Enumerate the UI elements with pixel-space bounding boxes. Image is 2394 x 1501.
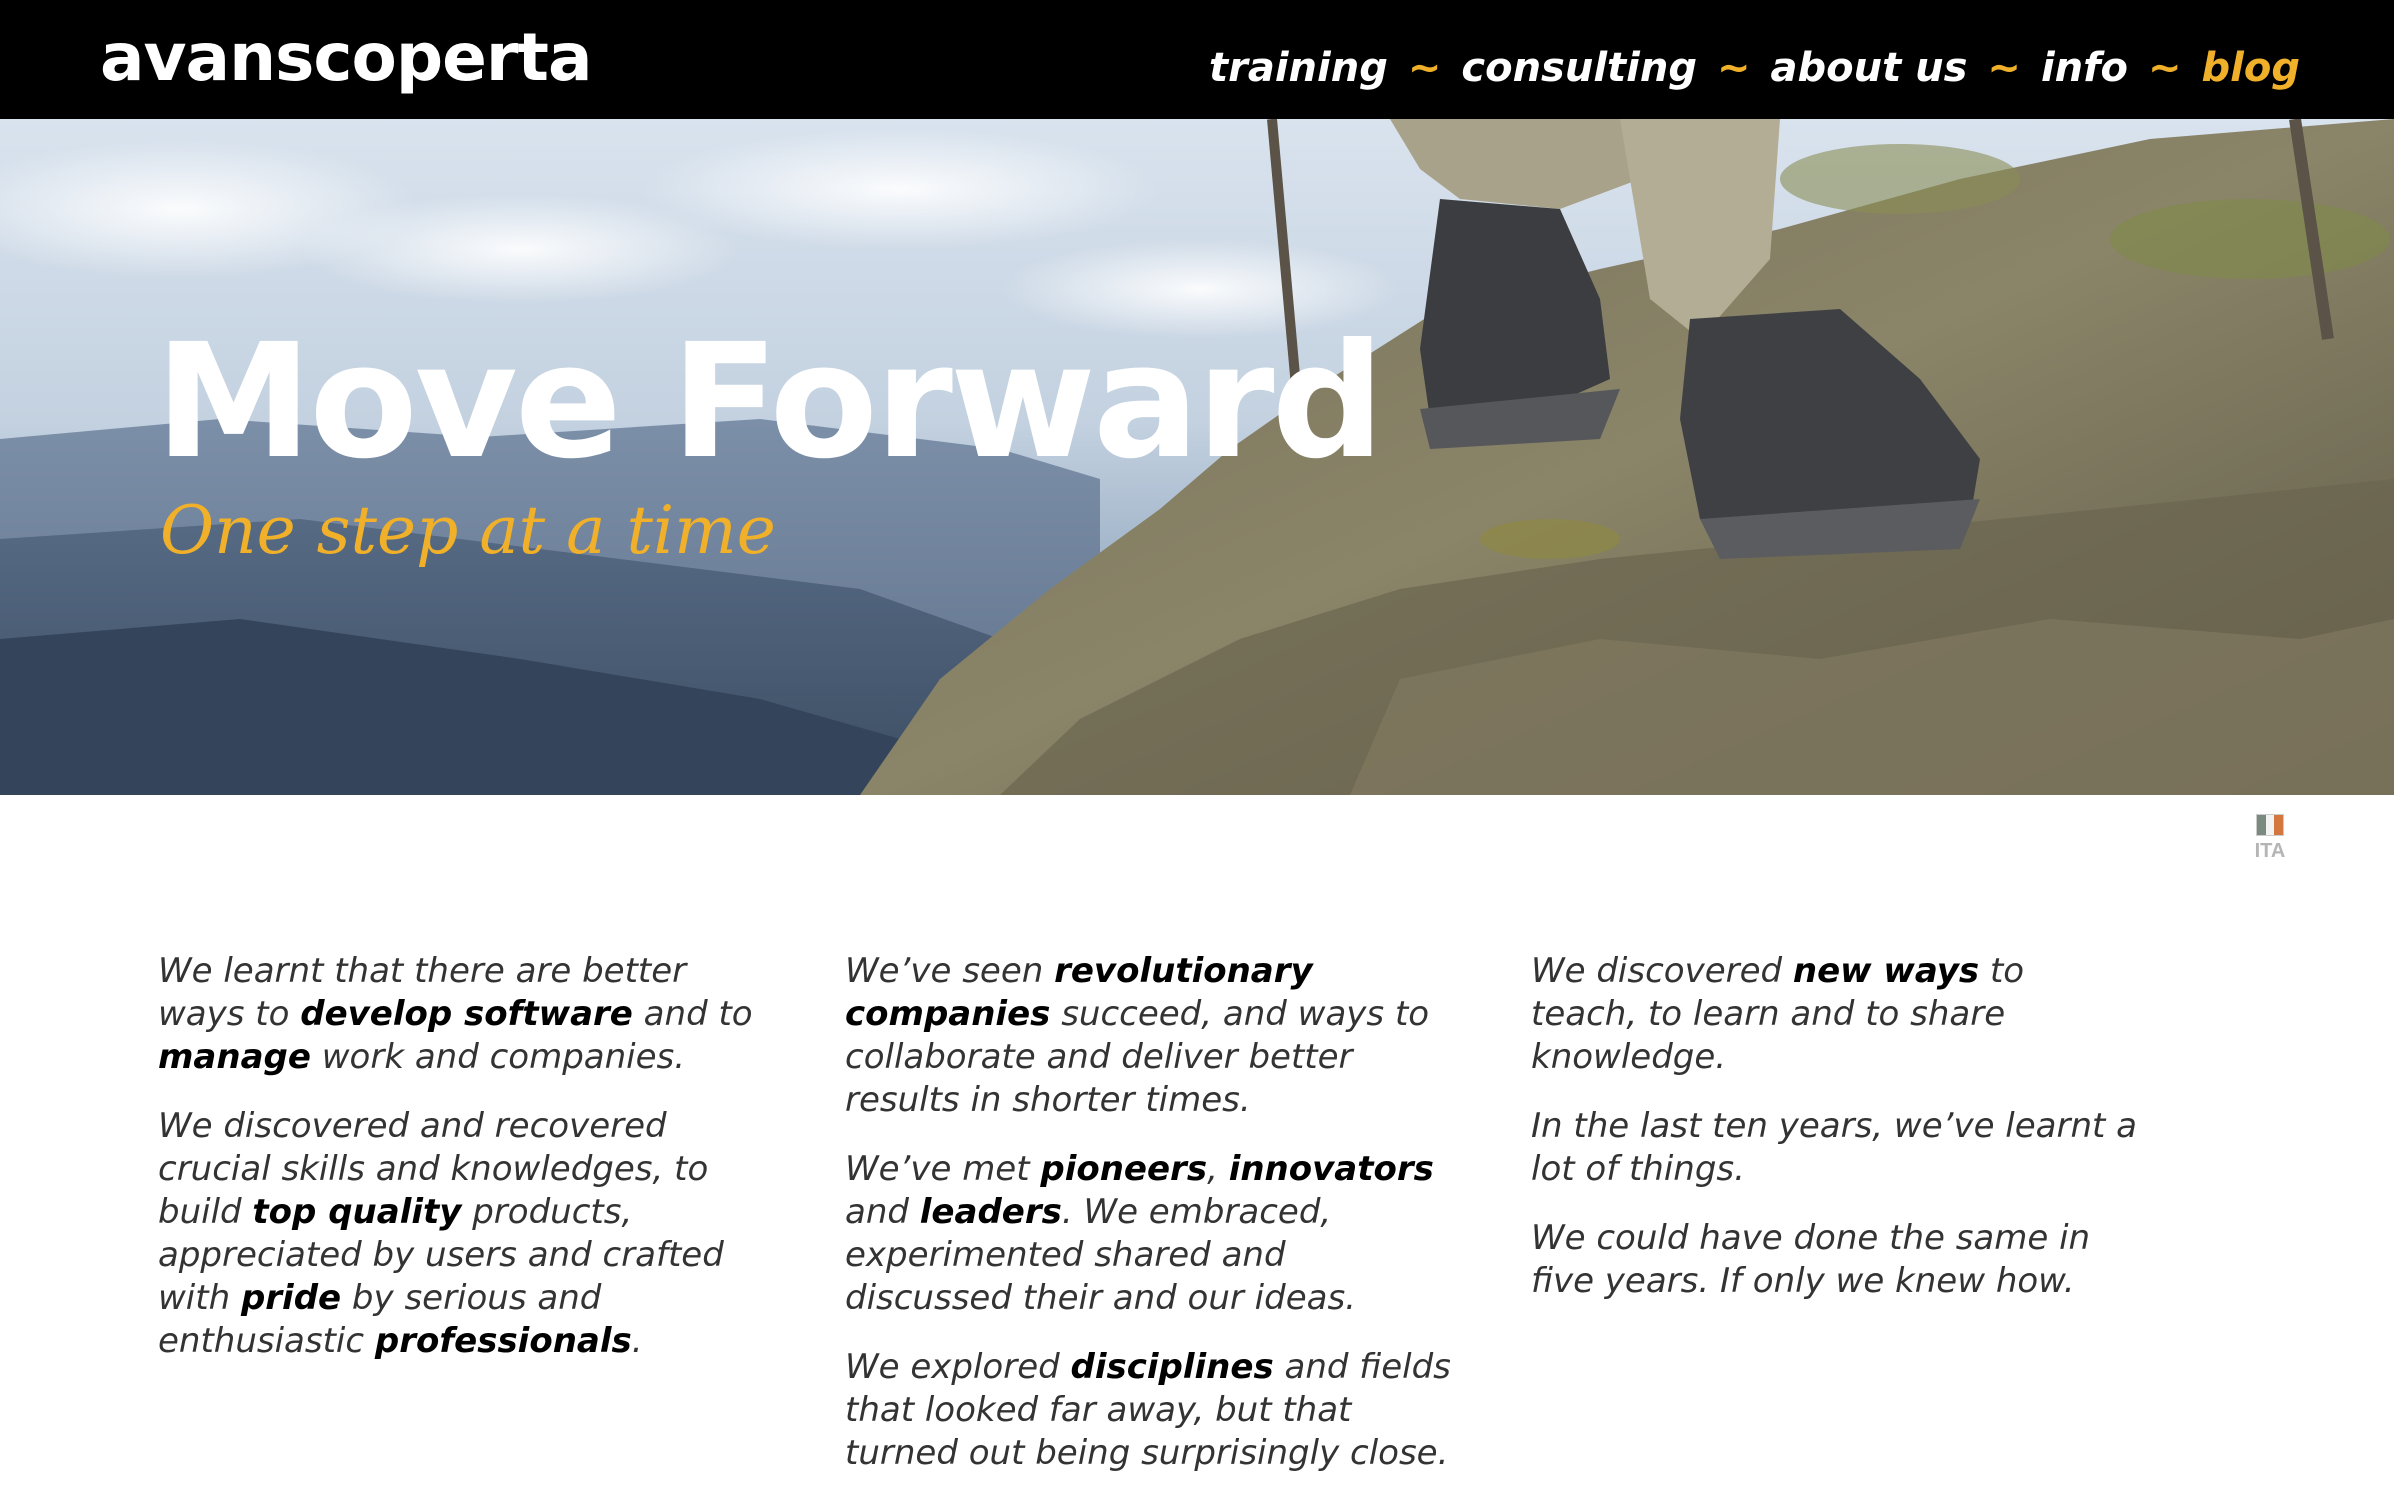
paragraph: We discovered new ways to teach, to lear… — [1531, 951, 2025, 1077]
hero-banner: Move Forward One step at a time — [0, 119, 2394, 795]
language-label: ITA — [2254, 840, 2286, 862]
main-nav: training ~ consulting ~ about us ~ info … — [1209, 36, 2300, 100]
nav-consulting[interactable]: consulting — [1461, 45, 1697, 91]
nav-about-us[interactable]: about us — [1771, 45, 1968, 91]
intro-column-3: We discovered new ways to teach, to lear… — [1531, 950, 2141, 1329]
paragraph: We could have done the same in five year… — [1531, 1218, 2091, 1301]
paragraph: We’ve met pioneers, innovators and leade… — [845, 1149, 1434, 1318]
paragraph: We learnt that there are better ways to … — [158, 951, 753, 1077]
nav-separator: ~ — [2148, 45, 2182, 91]
nav-separator: ~ — [1716, 45, 1751, 91]
header-bar: avanscoperta training ~ consulting ~ abo… — [0, 0, 2394, 119]
nav-training[interactable]: training — [1209, 45, 1388, 91]
nav-separator: ~ — [1407, 45, 1442, 91]
italian-flag-icon — [2256, 814, 2284, 836]
hero-subtitle: One step at a time — [160, 492, 776, 569]
paragraph: We explored disciplines and fields that … — [845, 1347, 1451, 1473]
paragraph: We’ve seen revolutionary companies succe… — [845, 951, 1430, 1120]
hero-title: Move Forward — [155, 310, 1385, 494]
nav-info[interactable]: info — [2041, 45, 2128, 91]
paragraph: In the last ten years, we’ve learnt a lo… — [1531, 1106, 2137, 1189]
paragraph: We discovered and recovered crucial skil… — [158, 1106, 724, 1361]
intro-column-2: We’ve seen revolutionary companies succe… — [845, 950, 1455, 1501]
nav-separator: ~ — [1987, 45, 2021, 91]
language-switch[interactable]: ITA — [2250, 814, 2290, 863]
site-logo[interactable]: avanscoperta — [100, 18, 592, 98]
intro-column-1: We learnt that there are better ways to … — [158, 950, 768, 1389]
nav-blog[interactable]: blog — [2202, 45, 2300, 91]
